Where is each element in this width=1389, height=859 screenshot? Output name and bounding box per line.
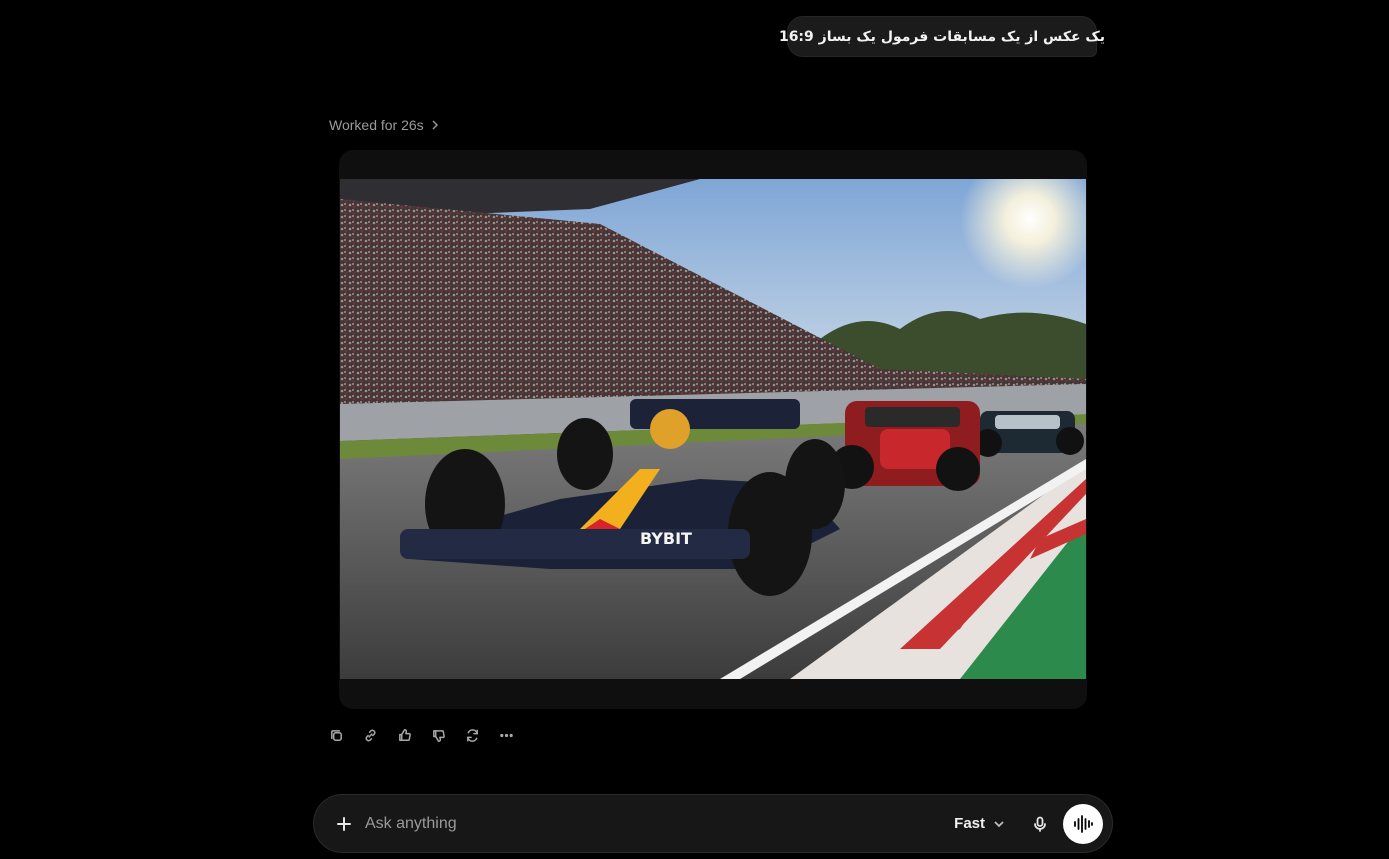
worked-for-label: Worked for 26s: [329, 117, 424, 133]
generated-image-card: BYBIT: [339, 150, 1087, 709]
regenerate-button[interactable]: [461, 724, 483, 746]
copy-icon: [330, 729, 342, 741]
plus-icon: [337, 816, 351, 831]
model-selector[interactable]: Fast: [954, 815, 1005, 832]
user-message-text: یک عکس از یک مسابقات فرمول یک بساز 16:9: [778, 28, 1106, 45]
prompt-input[interactable]: [365, 808, 955, 839]
microphone-icon: [1034, 816, 1046, 832]
chat-page: یک عکس از یک مسابقات فرمول یک بساز 16:9 …: [0, 0, 1389, 859]
more-icon: [499, 733, 513, 737]
share-link-button[interactable]: [359, 724, 381, 746]
thumbs-up-button[interactable]: [393, 724, 415, 746]
more-options-button[interactable]: [495, 724, 517, 746]
attach-button[interactable]: [331, 811, 357, 837]
user-message-bubble: یک عکس از یک مسابقات فرمول یک بساز 16:9: [779, 16, 1105, 57]
car-red: [830, 401, 980, 491]
model-label: Fast: [954, 815, 985, 832]
voice-waveform-icon: [1074, 814, 1093, 833]
voice-mode-button[interactable]: [1063, 803, 1103, 844]
car-livery-text: BYBIT: [640, 529, 692, 548]
regenerate-icon: [466, 728, 478, 742]
generated-image[interactable]: BYBIT: [340, 179, 1086, 679]
f1-race-illustration: BYBIT: [340, 179, 1086, 679]
chevron-down-icon: [994, 820, 1004, 827]
dictate-button[interactable]: [1027, 811, 1053, 837]
chevron-right-icon: [432, 120, 438, 130]
composer: Fast: [313, 794, 1113, 853]
worked-for-toggle[interactable]: Worked for 26s: [329, 116, 440, 134]
message-actions: [325, 724, 517, 746]
thumbs-up-icon: [398, 728, 411, 741]
link-icon: [365, 729, 375, 741]
thumbs-down-button[interactable]: [427, 724, 449, 746]
copy-button[interactable]: [325, 724, 347, 746]
thumbs-down-icon: [432, 729, 445, 742]
car-silver: [974, 411, 1084, 457]
